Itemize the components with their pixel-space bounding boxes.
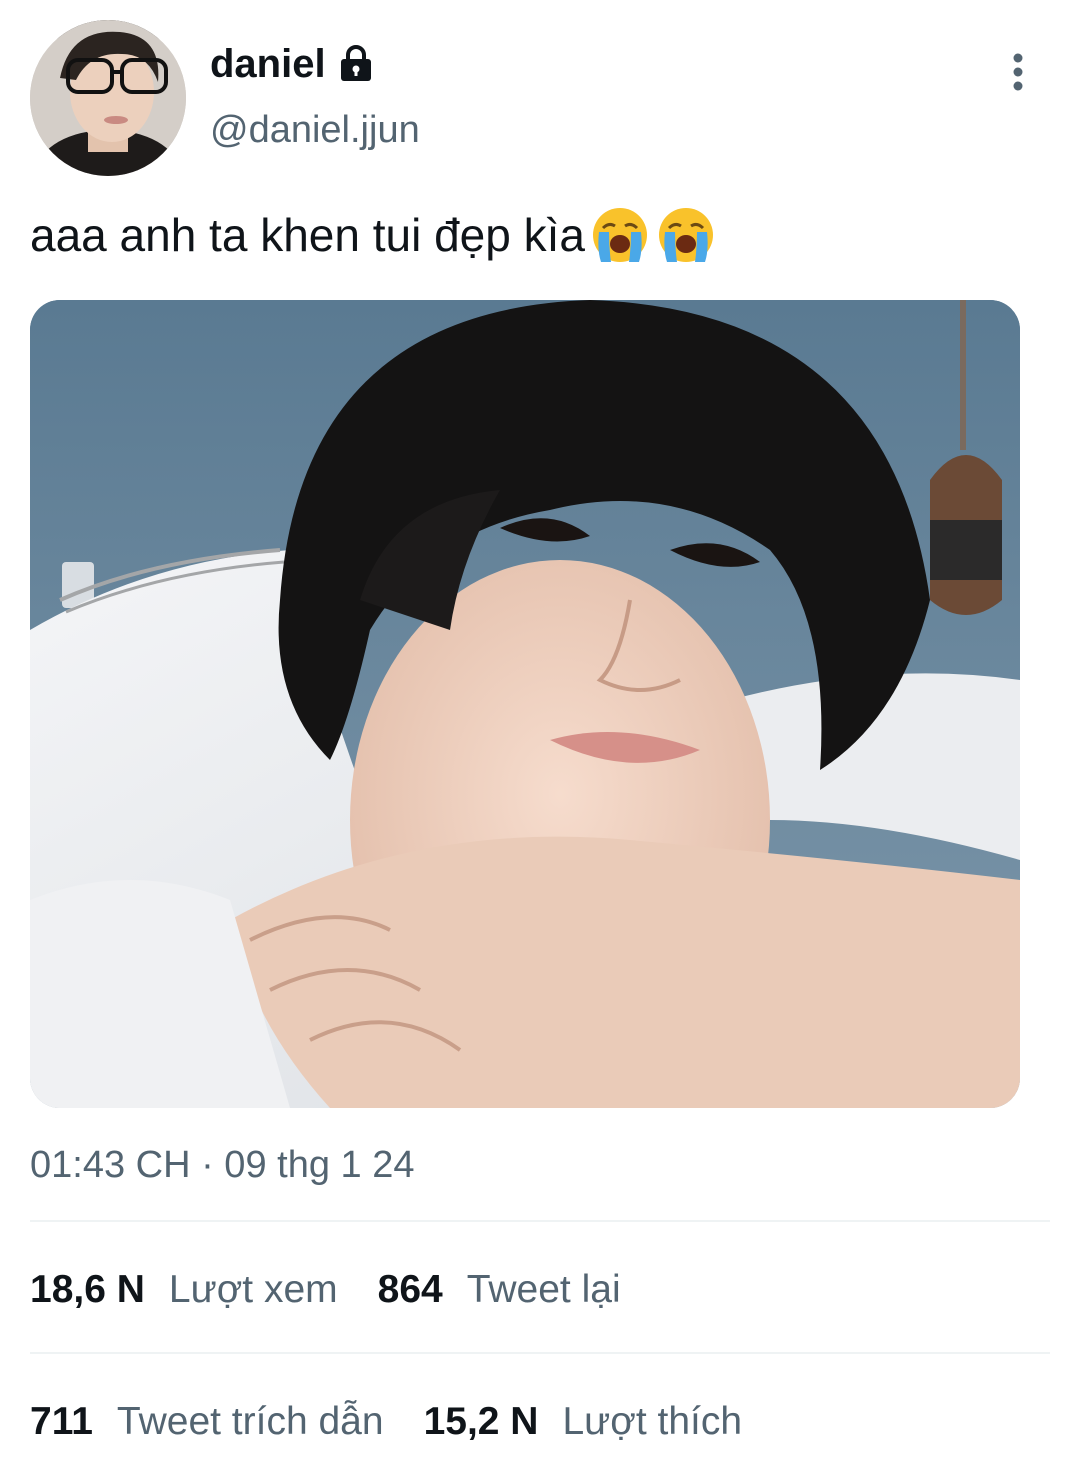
divider — [30, 1352, 1050, 1354]
divider — [30, 1220, 1050, 1222]
author-avatar[interactable] — [30, 20, 186, 176]
quote-tweets-count[interactable]: 711 — [30, 1398, 93, 1446]
avatar-image — [30, 20, 186, 176]
tweet-timestamp[interactable]: 01:43 CH · 09 thg 1 24 — [30, 1142, 414, 1188]
tweet-media-photo[interactable] — [30, 300, 1020, 1108]
photo-illustration — [30, 300, 1020, 1108]
likes-count[interactable]: 15,2 N — [424, 1398, 539, 1446]
quote-tweets-label[interactable]: Tweet trích dẫn — [117, 1398, 384, 1446]
tweet-text-content: aaa anh ta khen tui đẹp kìa — [30, 209, 585, 261]
author-display-name-row[interactable]: daniel — [210, 40, 376, 88]
views-count: 18,6 N — [30, 1268, 145, 1311]
author-handle[interactable]: @daniel.jjun — [210, 106, 420, 154]
likes-label[interactable]: Lượt thích — [562, 1398, 742, 1446]
tweet-text: aaa anh ta khen tui đẹp kìa — [30, 200, 717, 270]
retweets-label[interactable]: Tweet lại — [467, 1266, 621, 1314]
loudly-crying-face-emoji-icon — [655, 204, 717, 266]
stats-row-quotes-likes: 711 Tweet trích dẫn 15,2 N Lượt thích — [30, 1398, 742, 1446]
retweets-count[interactable]: 864 — [378, 1266, 443, 1314]
author-display-name[interactable]: daniel — [210, 40, 326, 88]
loudly-crying-face-emoji-icon — [589, 204, 651, 266]
views-label: Lượt xem — [168, 1268, 338, 1311]
stats-row-views-retweets: 18,6 N Lượt xem 864 Tweet lại — [30, 1266, 621, 1314]
lock-icon — [336, 44, 376, 84]
more-vertical-icon[interactable] — [998, 50, 1038, 94]
